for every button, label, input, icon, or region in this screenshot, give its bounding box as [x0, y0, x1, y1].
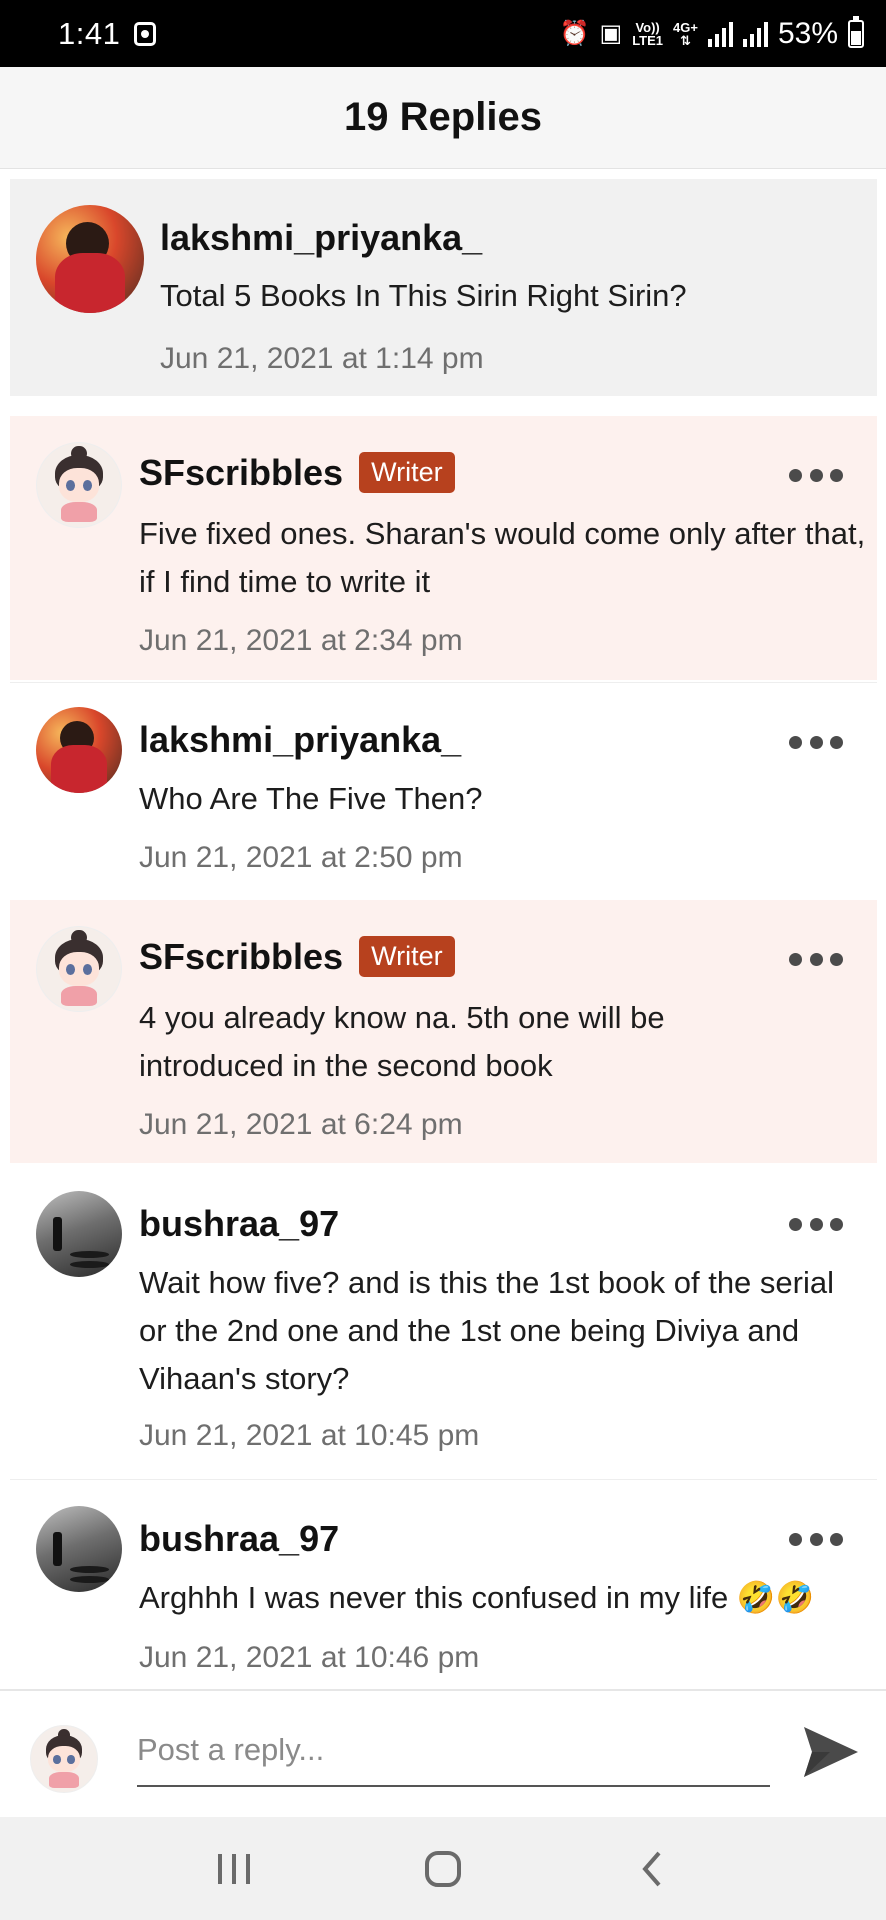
reply-input[interactable] — [137, 1715, 770, 1787]
avatar[interactable] — [36, 926, 122, 1012]
comment-username-row: SFscribbles Writer — [139, 451, 455, 496]
more-options-button[interactable] — [789, 1524, 843, 1554]
network-type-label: 4G+ — [673, 19, 698, 35]
avatar[interactable] — [36, 1506, 122, 1592]
reply-composer — [0, 1689, 886, 1817]
parent-comment[interactable]: lakshmi_priyanka_ Total 5 Books In This … — [10, 179, 877, 396]
comment-text: Arghhh I was never this confused in my l… — [139, 1580, 815, 1615]
writer-badge: Writer — [359, 935, 455, 977]
volte-label: Vo)) — [635, 19, 660, 35]
comment-username[interactable]: SFscribbles — [139, 452, 343, 493]
reply-item[interactable]: lakshmi_priyanka_ Who Are The Five Then?… — [10, 682, 877, 898]
system-nav-bar — [0, 1817, 886, 1920]
comment-username-row: SFscribbles Writer — [139, 935, 455, 980]
comment-username[interactable]: bushraa_97 — [139, 1203, 339, 1245]
home-icon — [424, 1850, 461, 1887]
screenshot-notification-icon — [134, 21, 157, 46]
page-title: 19 Replies — [344, 95, 542, 139]
back-icon — [641, 1851, 661, 1886]
alarm-icon: ⏰ — [559, 19, 590, 47]
signal-icon-1 — [707, 21, 733, 47]
current-user-avatar — [30, 1725, 98, 1793]
status-time: 1:41 — [58, 15, 121, 51]
reply-item[interactable]: SFscribbles Writer 4 you already know na.… — [10, 900, 877, 1163]
more-options-button[interactable] — [789, 1209, 843, 1239]
comment-text: 4 you already know na. 5th one will be i… — [139, 1000, 665, 1083]
battery-percentage: 53% — [777, 16, 838, 50]
recent-apps-icon — [218, 1853, 251, 1884]
battery-icon — [848, 15, 864, 48]
reply-item[interactable]: bushraa_97 Wait how five? and is this th… — [10, 1165, 877, 1477]
replies-screen: 1:41 ⏰ ▣ Vo)) LTE1 4G+ ⇅ 53% 19 Replies — [0, 0, 886, 1920]
more-options-button[interactable] — [789, 944, 843, 974]
comment-username[interactable]: lakshmi_priyanka_ — [160, 217, 482, 259]
more-options-button[interactable] — [789, 727, 843, 757]
comment-text: Total 5 Books In This Sirin Right Sirin? — [160, 278, 687, 313]
comment-timestamp: Jun 21, 2021 at 2:34 pm — [139, 624, 463, 657]
data-saver-icon: ▣ — [599, 19, 623, 47]
comment-timestamp: Jun 21, 2021 at 10:45 pm — [139, 1419, 480, 1452]
reply-item[interactable]: bushraa_97 Arghhh I was never this confu… — [10, 1479, 877, 1687]
home-button[interactable] — [413, 1839, 473, 1899]
comment-timestamp: Jun 21, 2021 at 10:46 pm — [139, 1641, 480, 1674]
send-icon — [804, 1727, 858, 1777]
avatar[interactable] — [36, 442, 122, 528]
volte-indicator: Vo)) LTE1 — [632, 21, 663, 47]
avatar[interactable] — [36, 1191, 122, 1277]
replies-header: 19 Replies — [0, 67, 886, 169]
reply-item[interactable]: SFscribbles Writer Five fixed ones. Shara… — [10, 416, 877, 680]
comment-username[interactable]: lakshmi_priyanka_ — [139, 719, 461, 761]
comment-timestamp: Jun 21, 2021 at 2:50 pm — [139, 841, 463, 874]
comment-timestamp: Jun 21, 2021 at 6:24 pm — [139, 1108, 463, 1141]
status-bar: 1:41 ⏰ ▣ Vo)) LTE1 4G+ ⇅ 53% — [0, 0, 886, 67]
comment-text: Who Are The Five Then? — [139, 781, 483, 816]
back-button[interactable] — [622, 1839, 682, 1899]
more-options-button[interactable] — [789, 460, 843, 490]
data-arrows-icon: ⇅ — [680, 32, 691, 48]
comment-username[interactable]: SFscribbles — [139, 936, 343, 977]
recent-apps-button[interactable] — [204, 1839, 264, 1899]
writer-badge: Writer — [359, 451, 455, 493]
status-icons: ⏰ ▣ Vo)) LTE1 4G+ ⇅ 53% — [559, 15, 864, 51]
avatar[interactable] — [36, 707, 122, 793]
network-type-indicator: 4G+ ⇅ — [673, 21, 698, 47]
avatar[interactable] — [36, 205, 144, 313]
signal-icon-2 — [742, 21, 768, 47]
comment-username[interactable]: bushraa_97 — [139, 1518, 339, 1560]
send-button[interactable] — [800, 1721, 862, 1783]
comment-text: Five fixed ones. Sharan's would come onl… — [139, 516, 866, 599]
comment-text: Wait how five? and is this the 1st book … — [139, 1265, 834, 1396]
lte-label: LTE1 — [632, 32, 664, 48]
comment-timestamp: Jun 21, 2021 at 1:14 pm — [160, 342, 484, 375]
